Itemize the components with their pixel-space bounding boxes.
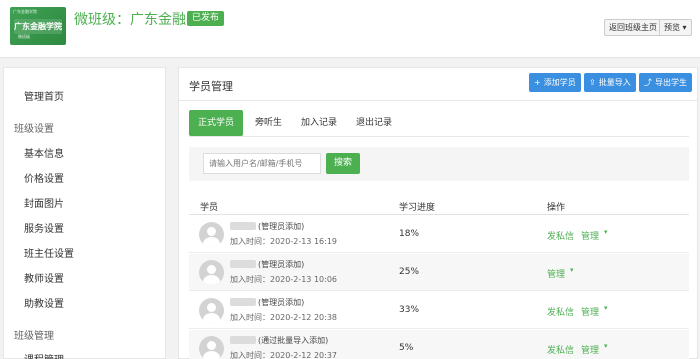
sidebar-item-price[interactable]: 价格设置 <box>24 170 64 185</box>
study-progress: 18% <box>399 229 420 239</box>
status-badge: 已发布 <box>187 11 225 26</box>
table-header-divider <box>189 214 689 215</box>
add-student-label: 添加学员 <box>543 78 576 87</box>
table-row: (通过批量导入添加) 加入时间：2020-2-12 20:37 5% 发私信 管… <box>189 330 689 359</box>
cover-sub-text: 微班级 <box>18 34 30 39</box>
study-progress: 25% <box>399 267 420 277</box>
manage-link[interactable]: 管理 <box>581 343 599 356</box>
preview-button[interactable]: 预览 ▾ <box>659 19 692 36</box>
sidebar-group-class-settings: 班级设置 <box>14 124 54 135</box>
student-name-blurred <box>230 336 256 344</box>
student-source: (通过批量导入添加) <box>258 336 329 345</box>
batch-import-label: 批量导入 <box>598 78 631 87</box>
back-to-class-button[interactable]: 返回班级主页 <box>604 19 662 36</box>
tab-official-students[interactable]: 正式学员 <box>189 110 244 136</box>
table-row: (管理员添加) 加入时间：2020-2-13 10:06 25% 管理 ▾ <box>189 254 689 291</box>
student-source: (管理员添加) <box>258 222 305 231</box>
column-header-progress: 学习进度 <box>399 203 436 213</box>
caret-down-icon[interactable]: ▾ <box>604 304 608 312</box>
join-time: 加入时间：2020-2-12 20:37 <box>230 351 337 359</box>
column-header-student: 学员 <box>200 203 219 213</box>
student-source: (管理员添加) <box>258 260 305 269</box>
export-students-label: 导出学生 <box>655 78 687 87</box>
search-button[interactable]: 搜索 <box>326 153 361 174</box>
search-bar: 搜索 <box>189 147 689 181</box>
sidebar-item-basic-info[interactable]: 基本信息 <box>24 145 64 160</box>
table-row: (管理员添加) 加入时间：2020-2-12 20:38 33% 发私信 管理 … <box>189 292 689 329</box>
student-name-blurred <box>230 222 256 230</box>
student-source: (管理员添加) <box>258 298 305 307</box>
export-students-button[interactable]: ⤴ 导出学生 <box>639 73 692 92</box>
join-time: 加入时间：2020-2-13 16:19 <box>230 237 337 246</box>
page-header: 广东金融学院 广东金融学院 微班级 微班级：广东金融学院 已发布 返回班级主页 … <box>0 0 700 58</box>
study-progress: 5% <box>399 343 414 353</box>
sidebar-item-dashboard[interactable]: 管理首页 <box>24 88 64 103</box>
tab-join-records[interactable]: 加入记录 <box>292 110 346 136</box>
tab-auditors[interactable]: 旁听生 <box>246 110 291 136</box>
export-icon: ⤴ <box>644 78 652 87</box>
search-input[interactable] <box>203 153 321 174</box>
student-name-blurred <box>230 298 256 306</box>
sidebar-item-service[interactable]: 服务设置 <box>24 220 64 235</box>
student-name-blurred <box>230 260 256 268</box>
send-message-link[interactable]: 发私信 <box>547 305 574 318</box>
manage-link[interactable]: 管理 <box>581 305 599 318</box>
divider <box>179 100 697 101</box>
sidebar: 管理首页 班级设置 基本信息 价格设置 封面图片 服务设置 班主任设置 教师设置… <box>3 67 166 359</box>
caret-down-icon: ▾ <box>682 23 687 32</box>
table-row: (管理员添加) 加入时间：2020-2-13 16:19 18% 发私信 管理 … <box>189 216 689 253</box>
join-time: 加入时间：2020-2-13 10:06 <box>230 275 337 284</box>
tabs-underline <box>189 136 689 137</box>
join-time: 加入时间：2020-2-12 20:38 <box>230 313 337 322</box>
class-cover-image: 广东金融学院 广东金融学院 微班级 <box>10 7 66 45</box>
avatar <box>199 222 224 247</box>
send-message-link[interactable]: 发私信 <box>547 343 574 356</box>
sidebar-item-head-teacher[interactable]: 班主任设置 <box>24 245 74 260</box>
manage-link[interactable]: 管理 <box>547 267 565 280</box>
sidebar-item-cover[interactable]: 封面图片 <box>24 195 64 210</box>
sidebar-item-teacher[interactable]: 教师设置 <box>24 270 64 285</box>
batch-import-button[interactable]: ⇪ 批量导入 <box>584 73 636 92</box>
avatar <box>199 336 224 359</box>
cover-title-text: 广东金融学院 <box>14 19 62 34</box>
sidebar-group-class-management: 班级管理 <box>14 331 54 342</box>
caret-down-icon[interactable]: ▾ <box>570 266 574 274</box>
cover-top-text: 广东金融学院 <box>13 9 37 14</box>
avatar <box>199 260 224 285</box>
panel-title: 学员管理 <box>189 80 233 93</box>
student-management-panel: 学员管理 + 添加学员 ⇪ 批量导入 ⤴ 导出学生 正式学员 旁听生 加入记录 退出记… <box>178 67 698 359</box>
caret-down-icon[interactable]: ▾ <box>604 228 608 236</box>
send-message-link[interactable]: 发私信 <box>547 229 574 242</box>
column-header-actions: 操作 <box>547 203 566 213</box>
study-progress: 33% <box>399 305 420 315</box>
caret-down-icon[interactable]: ▾ <box>604 342 608 350</box>
sidebar-item-courses[interactable]: 课程管理 <box>24 351 64 359</box>
avatar <box>199 298 224 323</box>
manage-link[interactable]: 管理 <box>581 229 599 242</box>
plus-icon: + <box>534 78 541 87</box>
tab-exit-records[interactable]: 退出记录 <box>347 110 401 136</box>
preview-label: 预览 <box>664 23 680 32</box>
sidebar-item-assistant[interactable]: 助教设置 <box>24 295 64 310</box>
upload-icon: ⇪ <box>589 78 596 87</box>
add-student-button[interactable]: + 添加学员 <box>529 73 581 92</box>
